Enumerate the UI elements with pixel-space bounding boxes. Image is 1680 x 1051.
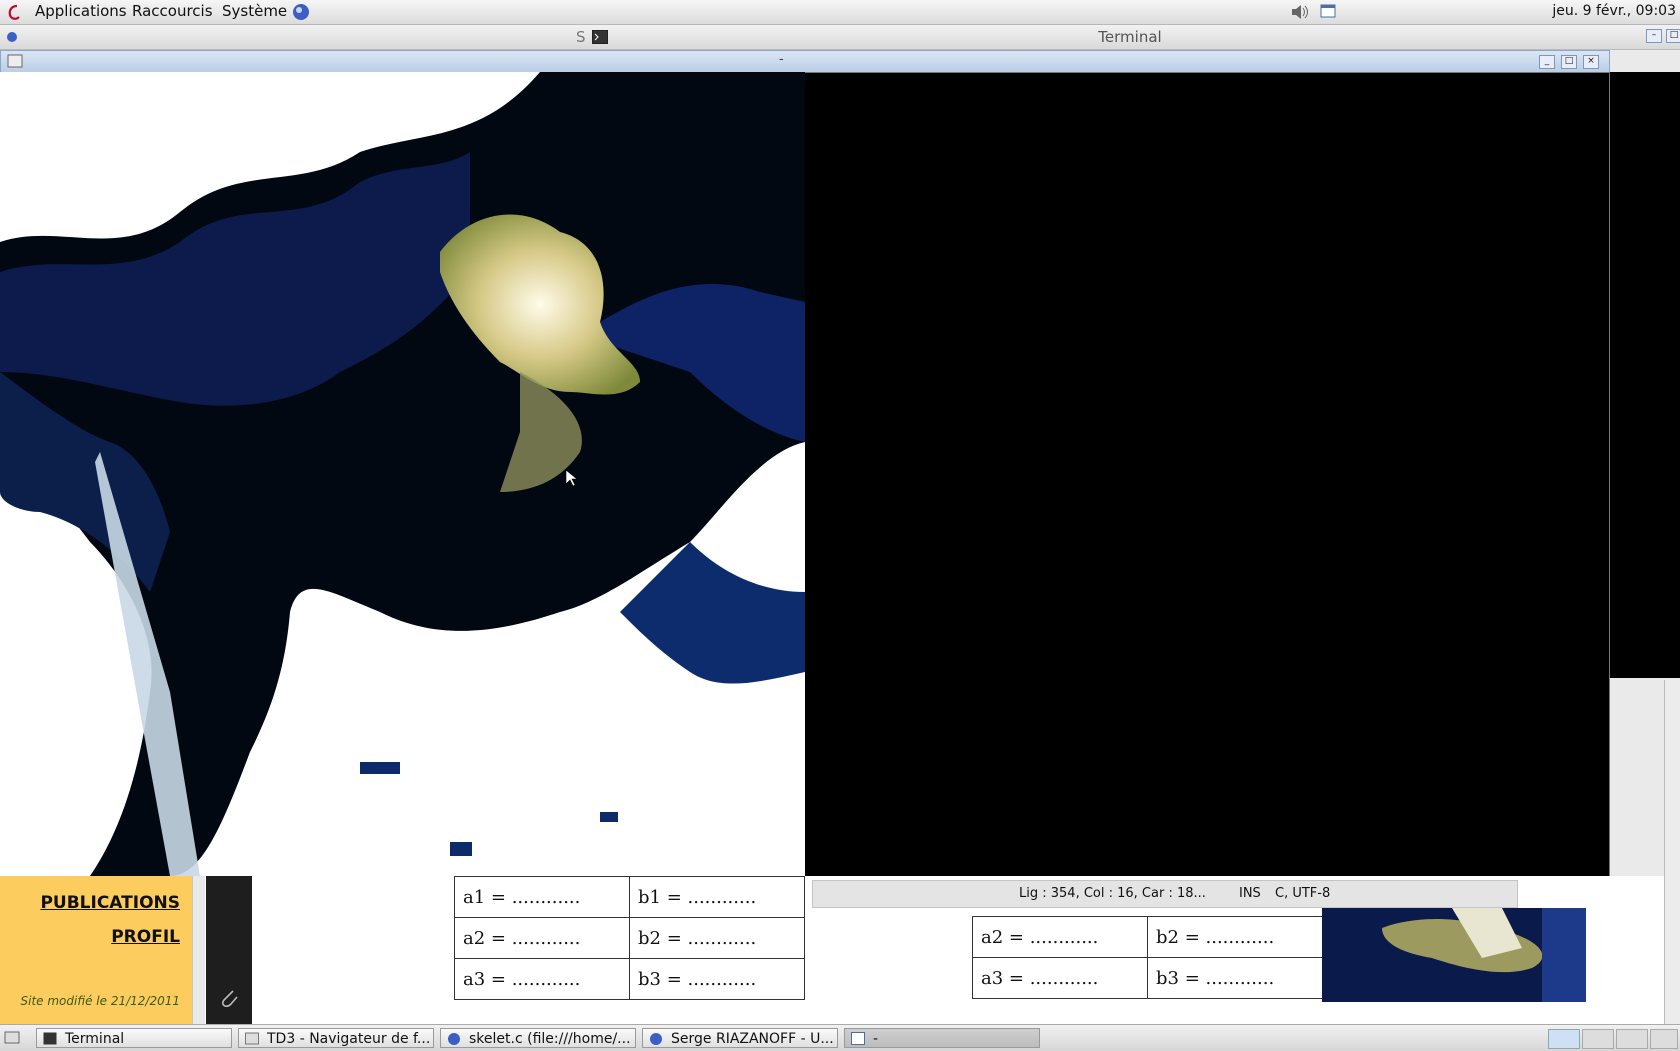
terminal-window-title: Terminal bbox=[1098, 28, 1162, 46]
table-cell: a2 = ............ bbox=[972, 916, 1148, 958]
web-browser-icon bbox=[650, 1033, 662, 1045]
editor-statusbar: Lig : 354, Col : 16, Car : 18... INS C, … bbox=[812, 880, 1518, 908]
table-cell: b2 = ............ bbox=[629, 917, 805, 959]
table-cell: b3 = ............ bbox=[629, 958, 805, 1000]
table-cell: a1 = ............ bbox=[454, 876, 630, 918]
menu-applications[interactable]: Applications bbox=[35, 0, 127, 24]
workspace-1[interactable] bbox=[1548, 1029, 1580, 1049]
web-browser-icon bbox=[448, 1033, 460, 1045]
site-modified-text: Site modifié le 21/12/2011 bbox=[20, 994, 180, 1008]
obscured-title-fragment: S bbox=[576, 28, 586, 46]
window-icon bbox=[851, 1032, 865, 1045]
page-scrollbar[interactable] bbox=[1664, 680, 1680, 1024]
table-cell: b3 = ............ bbox=[1147, 957, 1323, 999]
workspace-2[interactable] bbox=[1582, 1029, 1614, 1049]
terminal-icon bbox=[592, 30, 608, 44]
clock[interactable]: jeu. 9 févr., 09:03 bbox=[1552, 0, 1676, 24]
show-desktop-icon[interactable] bbox=[4, 1030, 20, 1046]
task-skelet-c[interactable]: skelet.c (file:///home/... bbox=[440, 1028, 636, 1048]
taskbar: Terminal TD3 - Navigateur de f... skelet… bbox=[0, 1024, 1680, 1051]
task-serge-riazanoff[interactable]: Serge RIAZANOFF - U... bbox=[642, 1028, 838, 1048]
menu-systeme[interactable]: Système bbox=[222, 0, 287, 24]
dark-side-panel bbox=[206, 876, 252, 1024]
task-label: Terminal bbox=[65, 1031, 125, 1047]
task-label: TD3 - Navigateur de f... bbox=[267, 1031, 431, 1047]
table-row: a2 = ............ b2 = ............ bbox=[454, 917, 805, 959]
close-button[interactable]: × bbox=[1583, 55, 1599, 69]
task-label: Serge RIAZANOFF - U... bbox=[671, 1031, 834, 1047]
minimize-button[interactable]: – bbox=[1646, 29, 1662, 43]
menu-raccourcis[interactable]: Raccourcis bbox=[132, 0, 213, 24]
maximize-button[interactable]: □ bbox=[1561, 55, 1577, 69]
table-row: a1 = ............ b1 = ............ bbox=[454, 876, 805, 918]
workspace-3[interactable] bbox=[1616, 1029, 1648, 1049]
table-cell: a2 = ............ bbox=[454, 917, 630, 959]
volume-icon[interactable] bbox=[1290, 3, 1310, 21]
maximize-button[interactable]: □ bbox=[1666, 29, 1680, 43]
image-window-title: - bbox=[779, 52, 784, 67]
link-publications[interactable]: PUBLICATIONS bbox=[40, 893, 180, 913]
top-panel: Applications Raccourcis Système jeu. 9 f… bbox=[0, 0, 1680, 25]
satellite-image[interactable] bbox=[0, 72, 805, 876]
satellite-thumbnail bbox=[1322, 908, 1586, 1002]
image-window-titlebar[interactable]: - _ □ × bbox=[0, 50, 1610, 74]
table-cell: a3 = ............ bbox=[972, 957, 1148, 999]
table-cell: a3 = ............ bbox=[454, 958, 630, 1000]
task-label: - bbox=[873, 1031, 879, 1047]
debian-logo-icon[interactable] bbox=[6, 3, 24, 21]
window-list-icon[interactable] bbox=[1320, 4, 1336, 19]
task-image-window[interactable]: - bbox=[844, 1028, 1040, 1048]
task-terminal[interactable]: Terminal bbox=[36, 1028, 232, 1048]
task-label: skelet.c (file:///home/... bbox=[469, 1031, 631, 1047]
window-menu-icon[interactable] bbox=[5, 30, 19, 44]
background-terminal-titlebar[interactable]: S Terminal – □ bbox=[0, 25, 1680, 50]
table-row: a2 = ............ b2 = ............ bbox=[972, 916, 1323, 958]
file-manager-icon bbox=[245, 1032, 259, 1045]
attachment-icon[interactable] bbox=[218, 986, 240, 1010]
table-cell: b2 = ............ bbox=[1147, 916, 1323, 958]
minimize-button[interactable]: _ bbox=[1539, 55, 1555, 69]
encoding: C, UTF-8 bbox=[1275, 886, 1331, 901]
window-icon[interactable] bbox=[7, 54, 23, 68]
terminal-icon bbox=[43, 1032, 57, 1045]
link-profil[interactable]: PROFIL bbox=[111, 927, 180, 947]
web-browser-icon[interactable] bbox=[292, 3, 310, 21]
background-terminal-content bbox=[1610, 72, 1680, 678]
task-file-browser[interactable]: TD3 - Navigateur de f... bbox=[238, 1028, 434, 1048]
table-cell: b1 = ............ bbox=[629, 876, 805, 918]
left-coefficients-table: a1 = ............ b1 = ............ a2 = … bbox=[454, 876, 805, 1000]
cursor-position: Lig : 354, Col : 16, Car : 18... bbox=[1019, 886, 1206, 901]
site-sidebar: PUBLICATIONS PROFIL Site modifié le 21/1… bbox=[0, 876, 192, 1024]
sidebar-scrollbar[interactable] bbox=[192, 876, 205, 1024]
right-coefficients-table: a2 = ............ b2 = ............ a3 = … bbox=[972, 916, 1323, 999]
insert-mode: INS bbox=[1239, 886, 1261, 901]
table-row: a3 = ............ b3 = ............ bbox=[454, 958, 805, 1000]
table-row: a3 = ............ b3 = ............ bbox=[972, 957, 1323, 999]
workspace-4[interactable] bbox=[1650, 1029, 1678, 1049]
